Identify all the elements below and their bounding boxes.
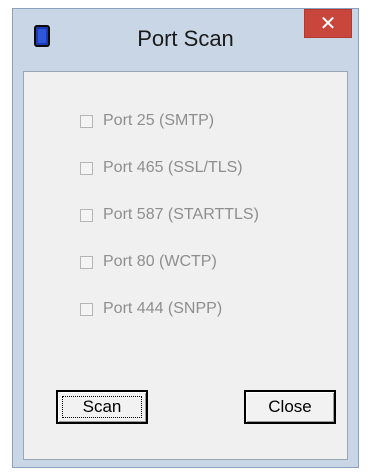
port-25-checkbox[interactable]	[80, 114, 93, 128]
port-80-label: Port 80 (WCTP)	[103, 253, 217, 270]
title-bar[interactable]: Port Scan ✕	[13, 9, 358, 71]
scan-button[interactable]: Scan	[56, 390, 148, 424]
port-465-checkbox[interactable]	[80, 161, 93, 175]
dialog-body: Port 25 (SMTP) Port 465 (SSL/TLS) Port 5…	[23, 71, 348, 460]
port-444-label: Port 444 (SNPP)	[103, 300, 223, 317]
port-465-option[interactable]: Port 465 (SSL/TLS)	[80, 158, 243, 178]
port-444-checkbox[interactable]	[80, 302, 93, 316]
window-close-button[interactable]: ✕	[304, 9, 352, 38]
close-button-label: Close	[268, 397, 312, 416]
focus-rectangle	[62, 396, 142, 418]
port-587-option[interactable]: Port 587 (STARTTLS)	[80, 205, 259, 225]
port-465-label: Port 465 (SSL/TLS)	[103, 159, 243, 176]
port-80-option[interactable]: Port 80 (WCTP)	[80, 252, 217, 272]
close-button[interactable]: Close	[244, 390, 336, 424]
port-scan-dialog: Port Scan ✕ Port 25 (SMTP) Port 465 (SSL…	[12, 8, 359, 468]
port-80-checkbox[interactable]	[80, 255, 93, 269]
port-25-option[interactable]: Port 25 (SMTP)	[80, 111, 214, 131]
close-icon: ✕	[319, 13, 337, 35]
port-25-label: Port 25 (SMTP)	[103, 112, 215, 129]
port-587-checkbox[interactable]	[80, 208, 93, 222]
port-587-label: Port 587 (STARTTLS)	[103, 206, 259, 223]
port-444-option[interactable]: Port 444 (SNPP)	[80, 299, 222, 319]
